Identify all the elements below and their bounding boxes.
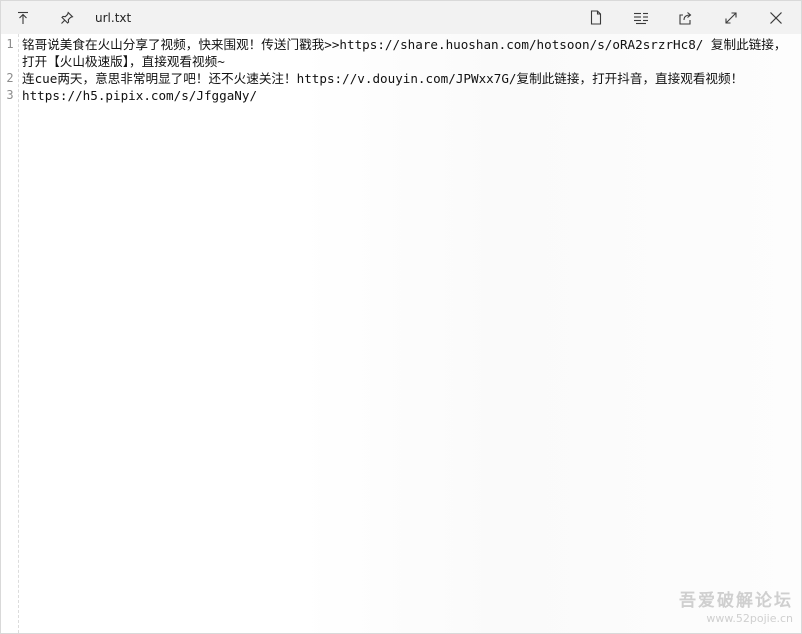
title-bar: url.txt bbox=[1, 1, 801, 34]
new-document-icon[interactable] bbox=[573, 1, 618, 34]
pin-icon[interactable] bbox=[45, 1, 89, 34]
close-icon[interactable] bbox=[753, 1, 798, 34]
maximize-icon[interactable] bbox=[708, 1, 753, 34]
editor-line[interactable]: 1 铭哥说美食在火山分享了视频，快来围观！传送门戳我>>https://shar… bbox=[1, 36, 791, 70]
window-title: url.txt bbox=[95, 10, 132, 25]
line-number: 3 bbox=[6, 88, 14, 102]
line-number-gutter bbox=[1, 34, 19, 633]
line-text[interactable]: https://h5.pipix.com/s/JfggaNy/ bbox=[19, 87, 791, 104]
editor-line[interactable]: 2 连cue两天，意思非常明显了吧！还不火速关注！https://v.douyi… bbox=[1, 70, 791, 87]
arrow-up-to-top-icon[interactable] bbox=[1, 1, 45, 34]
line-text[interactable]: 铭哥说美食在火山分享了视频，快来围观！传送门戳我>>https://share.… bbox=[19, 36, 791, 70]
share-icon[interactable] bbox=[663, 1, 708, 34]
editor-line[interactable]: 3 https://h5.pipix.com/s/JfggaNy/ bbox=[1, 87, 791, 104]
line-number: 1 bbox=[6, 37, 14, 51]
line-text[interactable]: 连cue两天，意思非常明显了吧！还不火速关注！https://v.douyin.… bbox=[19, 70, 791, 87]
text-editor[interactable]: 1 铭哥说美食在火山分享了视频，快来围观！传送门戳我>>https://shar… bbox=[1, 34, 801, 633]
notepad-window: url.txt 1 铭哥说美食在火山分享了视频，快来围观！传送门戳我>>http… bbox=[0, 0, 802, 634]
list-icon[interactable] bbox=[618, 1, 663, 34]
editor-lines[interactable]: 1 铭哥说美食在火山分享了视频，快来围观！传送门戳我>>https://shar… bbox=[1, 36, 791, 104]
line-number: 2 bbox=[6, 71, 14, 85]
